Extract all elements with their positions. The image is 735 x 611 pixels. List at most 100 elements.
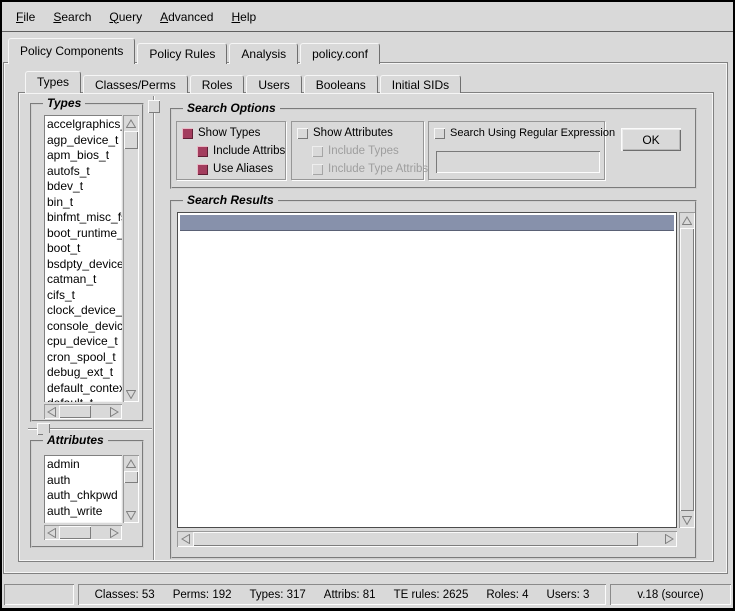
show-types-box: Show Types Include Attribs Use Aliases xyxy=(176,121,286,180)
include-type-attribs-checkbox[interactable]: Include Type Attribs xyxy=(312,163,428,175)
scrollbar-thumb[interactable] xyxy=(124,131,138,149)
checkbox-label: Include Attribs xyxy=(213,145,285,157)
menu-advanced[interactable]: Advanced xyxy=(151,6,222,28)
tab-classes-perms[interactable]: Classes/Perms xyxy=(83,75,188,93)
scrollbar-thumb[interactable] xyxy=(59,526,91,539)
menu-file[interactable]: File xyxy=(7,6,44,28)
component-tab-bar: Types Classes/Perms Roles Users Booleans… xyxy=(25,72,463,93)
type-list-item[interactable]: catman_t xyxy=(47,272,122,288)
scroll-right-icon[interactable] xyxy=(662,532,676,546)
type-list-item[interactable]: bdev_t xyxy=(47,179,122,195)
type-list-item[interactable]: boot_runtime_t xyxy=(47,226,122,242)
show-attributes-checkbox[interactable]: Show Attributes xyxy=(297,127,393,139)
scroll-right-icon[interactable] xyxy=(108,526,121,539)
type-list-item[interactable]: cifs_t xyxy=(47,288,122,304)
tab-roles[interactable]: Roles xyxy=(190,75,245,93)
scroll-down-icon[interactable] xyxy=(680,513,694,527)
scroll-up-icon[interactable] xyxy=(124,456,138,470)
types-vscrollbar[interactable] xyxy=(123,115,139,402)
types-hscrollbar[interactable] xyxy=(44,404,122,419)
include-attribs-checkbox[interactable]: Include Attribs xyxy=(197,145,285,157)
type-list-item[interactable]: default_context xyxy=(47,381,122,397)
type-list-item[interactable]: cpu_device_t xyxy=(47,334,122,350)
status-stat: Perms: 192 xyxy=(173,589,232,601)
use-aliases-checkbox[interactable]: Use Aliases xyxy=(197,163,273,175)
tab-policy-conf[interactable]: policy.conf xyxy=(300,43,380,64)
type-list-item[interactable]: apm_bios_t xyxy=(47,148,122,164)
show-attributes-box: Show Attributes Include Types Include Ty… xyxy=(291,121,424,180)
apol-window: File Search Query Advanced Help Policy C… xyxy=(0,0,735,611)
tab-policy-rules[interactable]: Policy Rules xyxy=(137,43,227,64)
include-types-checkbox[interactable]: Include Types xyxy=(312,145,399,157)
types-listbox[interactable]: accelgraphics_eagp_device_tapm_bios_taut… xyxy=(44,115,122,402)
search-results-textarea[interactable] xyxy=(177,212,677,528)
checkbox-icon xyxy=(312,164,323,175)
tab-analysis[interactable]: Analysis xyxy=(229,43,298,64)
menu-bar: File Search Query Advanced Help xyxy=(2,2,733,32)
scroll-down-icon[interactable] xyxy=(124,387,138,401)
main-vsash[interactable] xyxy=(153,96,155,560)
attributes-hscrollbar[interactable] xyxy=(44,525,122,540)
regex-checkbox[interactable]: Search Using Regular Expression xyxy=(434,127,615,139)
status-left-box xyxy=(4,584,74,605)
scroll-left-icon[interactable] xyxy=(45,405,58,418)
checkbox-label: Search Using Regular Expression xyxy=(450,127,615,139)
selected-result-row[interactable] xyxy=(180,215,674,231)
scroll-up-icon[interactable] xyxy=(680,213,694,227)
menu-search[interactable]: Search xyxy=(44,6,100,28)
type-list-item[interactable]: agp_device_t xyxy=(47,133,122,149)
checkbox-icon xyxy=(182,128,193,139)
checkbox-label: Show Types xyxy=(198,127,260,139)
menu-help[interactable]: Help xyxy=(222,6,265,28)
scrollbar-thumb[interactable] xyxy=(680,228,694,511)
ok-button[interactable]: OK xyxy=(621,128,681,151)
status-stat: Users: 3 xyxy=(547,589,590,601)
tab-booleans[interactable]: Booleans xyxy=(304,75,378,93)
tab-policy-components[interactable]: Policy Components xyxy=(8,38,135,64)
type-list-item[interactable]: accelgraphics_e xyxy=(47,117,122,133)
status-stat: Attribs: 81 xyxy=(324,589,376,601)
type-list-item[interactable]: autofs_t xyxy=(47,164,122,180)
scroll-left-icon[interactable] xyxy=(178,532,192,546)
checkbox-label: Show Attributes xyxy=(313,127,393,139)
vsash-handle[interactable] xyxy=(148,100,160,113)
status-stat: Classes: 53 xyxy=(95,589,155,601)
types-group-label: Types xyxy=(43,96,85,110)
type-list-item[interactable]: cron_spool_t xyxy=(47,350,122,366)
attributes-vscrollbar[interactable] xyxy=(123,455,139,523)
checkbox-label: Include Types xyxy=(328,145,399,157)
type-list-item[interactable]: binfmt_misc_fs xyxy=(47,210,122,226)
attribute-list-item[interactable]: admin xyxy=(47,457,122,473)
scroll-left-icon[interactable] xyxy=(45,526,58,539)
attribute-list-item[interactable]: auth_chkpwd xyxy=(47,488,122,504)
search-options-label: Search Options xyxy=(183,101,280,115)
type-list-item[interactable]: clock_device_t xyxy=(47,303,122,319)
attribute-list-item[interactable]: auth xyxy=(47,473,122,489)
status-stat: Types: 317 xyxy=(250,589,306,601)
scroll-down-icon[interactable] xyxy=(124,508,138,522)
scroll-up-icon[interactable] xyxy=(124,116,138,130)
menu-query[interactable]: Query xyxy=(100,6,151,28)
type-list-item[interactable]: bsdpty_device_ xyxy=(47,257,122,273)
type-list-item[interactable]: default_t xyxy=(47,396,122,402)
show-types-checkbox[interactable]: Show Types xyxy=(182,127,260,139)
tab-initial-sids[interactable]: Initial SIDs xyxy=(380,75,461,93)
scrollbar-thumb[interactable] xyxy=(124,471,138,483)
scrollbar-thumb[interactable] xyxy=(59,405,91,418)
policy-version-label: v.18 (source) xyxy=(637,589,703,601)
type-list-item[interactable]: debug_ext_t xyxy=(47,365,122,381)
type-list-item[interactable]: console_device_ xyxy=(47,319,122,335)
tab-types[interactable]: Types xyxy=(25,71,81,93)
status-stats-box: Classes: 53 Perms: 192 Types: 317 Attribs: … xyxy=(78,584,606,605)
type-list-item[interactable]: bin_t xyxy=(47,195,122,211)
status-version-box: v.18 (source) xyxy=(610,584,731,605)
regex-input[interactable] xyxy=(436,151,600,173)
type-list-item[interactable]: boot_t xyxy=(47,241,122,257)
tab-users[interactable]: Users xyxy=(246,75,301,93)
scroll-right-icon[interactable] xyxy=(108,405,121,418)
scrollbar-thumb[interactable] xyxy=(193,532,638,546)
results-hscrollbar[interactable] xyxy=(177,531,677,547)
attribute-list-item[interactable]: auth_write xyxy=(47,504,122,520)
results-vscrollbar[interactable] xyxy=(679,212,695,528)
attributes-listbox[interactable]: adminauthauth_chkpwdauth_write xyxy=(44,455,122,523)
